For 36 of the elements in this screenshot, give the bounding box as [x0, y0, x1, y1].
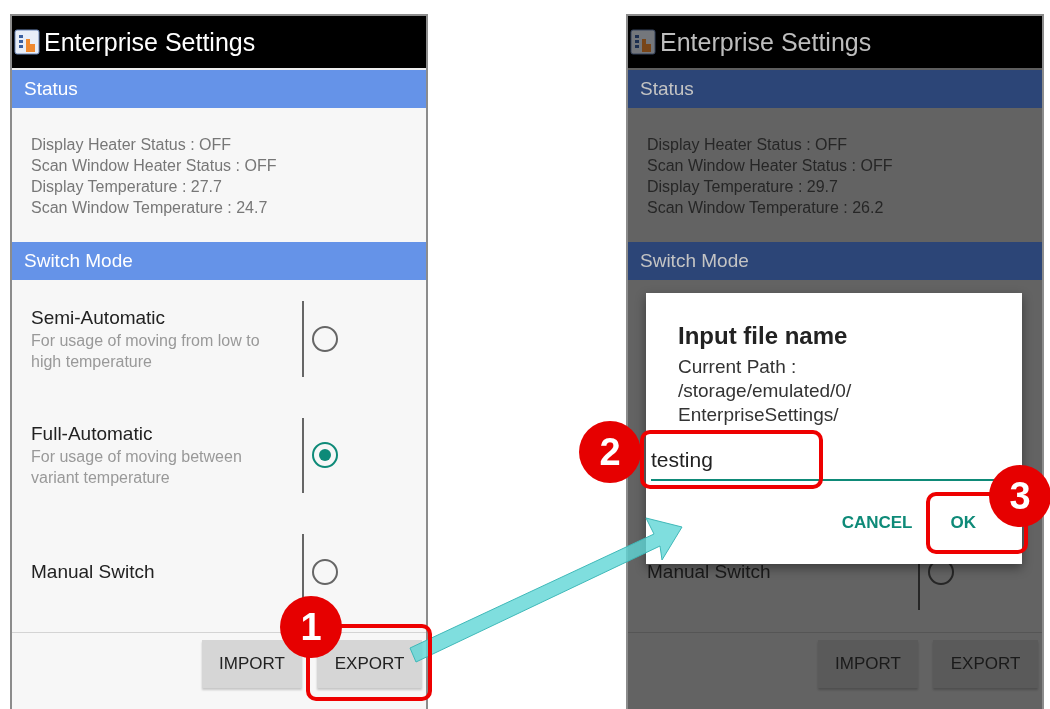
path-text: EnterpriseSettings/	[678, 403, 840, 427]
status-text: Display Temperature : 29.7	[647, 177, 839, 197]
status-text: Display Temperature : 27.7	[31, 177, 223, 197]
radio-button[interactable]	[312, 559, 338, 586]
path-text: Current Path :	[678, 355, 798, 379]
status-text: Scan Window Temperature : 24.7	[31, 198, 269, 218]
status-text: Display Heater Status : OFF	[647, 135, 849, 155]
section-header: Switch Mode	[12, 242, 426, 280]
step-number-badge: 2	[579, 421, 641, 483]
status-text: Display Heater Status : OFF	[31, 135, 233, 155]
mode-title: Manual Switch	[647, 560, 772, 584]
status-text: Scan Window Temperature : 26.2	[647, 198, 885, 218]
filename-input[interactable]: testing	[651, 441, 1001, 481]
app-title: Enterprise Settings	[660, 27, 872, 57]
dialog-title: Input file name	[678, 321, 849, 351]
mode-title: Manual Switch	[31, 560, 156, 585]
status-text: Scan Window Heater Status : OFF	[31, 156, 278, 176]
ok-button[interactable]: OK	[940, 505, 986, 541]
section-header: Status	[12, 70, 426, 108]
app-title: Enterprise Settings	[44, 27, 256, 57]
cancel-button[interactable]: CANCEL	[831, 505, 923, 541]
mode-title: Full-Automatic	[31, 422, 154, 447]
export-button[interactable]: EXPORT	[933, 640, 1038, 688]
radio-button[interactable]	[312, 325, 338, 352]
import-button[interactable]: IMPORT	[202, 640, 302, 688]
radio-button[interactable]	[312, 442, 338, 469]
mode-title: Semi-Automatic	[31, 305, 167, 330]
section-header: Switch Mode	[628, 242, 1042, 280]
export-button[interactable]: EXPORT	[317, 640, 422, 688]
path-text: /storage/emulated/0/	[678, 379, 853, 403]
mode-description: For usage of moving between variant temperature	[31, 447, 243, 489]
import-button[interactable]: IMPORT	[818, 640, 918, 688]
section-header: Status	[628, 70, 1042, 108]
mode-description: For usage of moving from low to high temperature	[31, 330, 261, 372]
status-text: Scan Window Heater Status : OFF	[647, 156, 894, 176]
app-icon	[630, 29, 656, 55]
